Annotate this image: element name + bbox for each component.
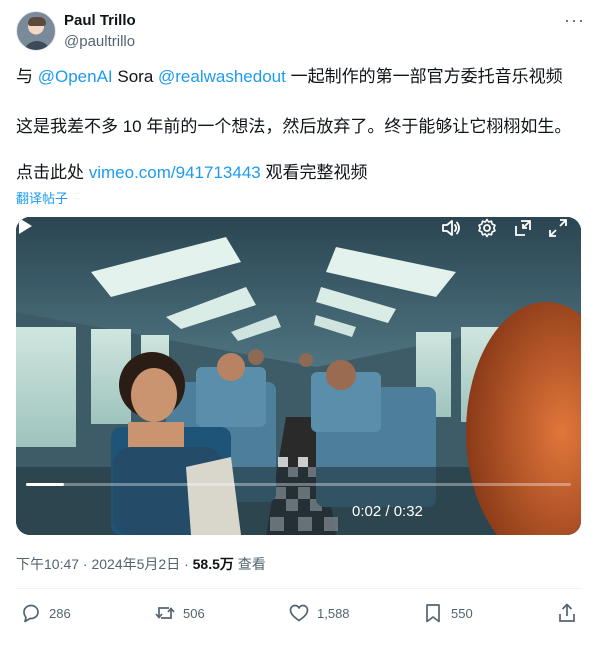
views-label: 查看 bbox=[233, 556, 266, 572]
text-segment: 观看完整视频 bbox=[260, 163, 368, 182]
tweet-line-3: 点击此处 vimeo.com/941713443 观看完整视频 bbox=[16, 162, 367, 184]
text-segment: 一起制作的第一部官方委托音乐视频 bbox=[285, 67, 563, 86]
share-button[interactable] bbox=[556, 601, 585, 625]
tweet-line-2: 这是我差不多 10 年前的一个想法，然后放弃了。终于能够让它栩栩如生。 bbox=[16, 117, 572, 136]
video-player[interactable]: 0:02 / 0:32 bbox=[16, 217, 581, 535]
video-progress-fill bbox=[26, 483, 65, 486]
text-segment: Sora bbox=[112, 67, 158, 86]
repost-icon bbox=[155, 607, 175, 619]
bookmark-button[interactable]: 550 bbox=[422, 601, 473, 625]
video-frame bbox=[16, 217, 581, 535]
video-time: 0:02 / 0:32 bbox=[352, 503, 423, 520]
play-icon[interactable] bbox=[16, 217, 34, 235]
avatar-hair bbox=[28, 17, 46, 26]
text-segment: 与 bbox=[16, 67, 38, 86]
bookmark-icon bbox=[426, 604, 440, 623]
mention-realwashedout[interactable]: @realwashedout bbox=[158, 67, 286, 86]
post-meta: 下午10:47 · 2024年5月2日 · 58.5万 查看 bbox=[16, 554, 266, 574]
view-count: 58.5万 bbox=[192, 556, 234, 572]
more-options-icon[interactable]: ··· bbox=[564, 10, 585, 31]
vimeo-link[interactable]: vimeo.com/941713443 bbox=[89, 163, 261, 182]
like-count: 1,588 bbox=[317, 605, 350, 621]
video-progress-bar[interactable] bbox=[26, 483, 571, 486]
reply-icon bbox=[23, 604, 39, 623]
divider bbox=[16, 588, 581, 589]
text-segment: 点击此处 bbox=[16, 163, 89, 182]
avatar[interactable] bbox=[16, 11, 56, 51]
like-button[interactable]: 1,588 bbox=[288, 601, 350, 625]
repost-button[interactable]: 506 bbox=[154, 601, 205, 625]
repost-count: 506 bbox=[183, 605, 205, 621]
translate-post-link[interactable]: 翻译帖子 bbox=[16, 188, 68, 207]
mention-openai[interactable]: @OpenAI bbox=[38, 67, 113, 86]
avatar-shirt bbox=[23, 41, 51, 50]
picture-in-picture-icon[interactable] bbox=[512, 217, 534, 239]
post-datetime[interactable]: 下午10:47 · 2024年5月2日 · bbox=[16, 556, 193, 572]
reply-button[interactable]: 286 bbox=[20, 601, 71, 625]
settings-gear-icon[interactable] bbox=[476, 217, 498, 239]
author-handle[interactable]: @paultrillo bbox=[64, 33, 135, 50]
fullscreen-icon[interactable] bbox=[547, 217, 569, 239]
share-icon bbox=[559, 603, 575, 622]
heart-icon bbox=[289, 604, 309, 622]
reply-count: 286 bbox=[49, 605, 71, 621]
author-name[interactable]: Paul Trillo bbox=[64, 12, 136, 29]
tweet-line-1: 与 @OpenAI Sora @realwashedout 一起制作的第一部官方… bbox=[16, 66, 563, 88]
tweet-card: Paul Trillo @paultrillo ··· 与 @OpenAI So… bbox=[0, 0, 604, 645]
bookmark-count: 550 bbox=[451, 605, 473, 621]
volume-icon[interactable] bbox=[440, 217, 462, 239]
